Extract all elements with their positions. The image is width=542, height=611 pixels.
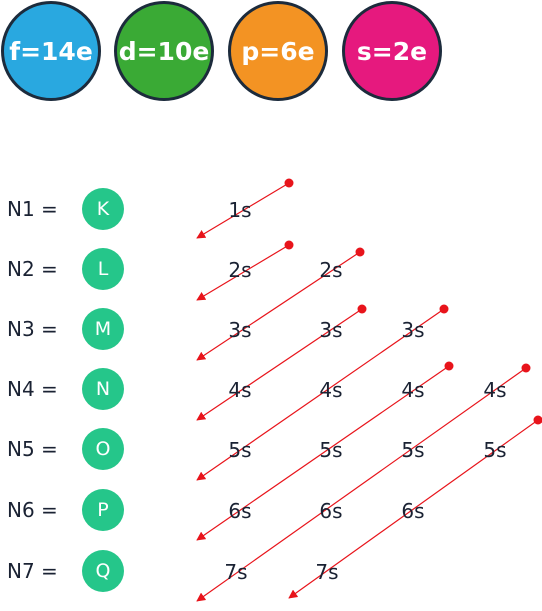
orbital-label: 5s [483,438,507,462]
row-label-n2: N2 = [7,257,58,281]
row-label-n7: N7 = [7,559,58,583]
arrow-start-dot [521,363,531,373]
row-label-n4: N4 = [7,377,58,401]
shell-circle-m: M [82,308,124,350]
row-label-n6: N6 = [7,498,58,522]
shell-circle-k: K [82,188,124,230]
shell-circle-p: P [82,489,124,531]
orbital-label: 7s [224,560,248,584]
row-label-n3: N3 = [7,317,58,341]
orbital-label: 6s [319,499,343,523]
orbital-label: 4s [401,378,425,402]
shell-circle-q: Q [82,550,124,592]
orbital-label: 4s [319,378,343,402]
orbital-label: 3s [228,318,252,342]
arrow-start-dot [355,247,365,257]
orbital-label: 5s [319,438,343,462]
arrow-start-dot [284,240,294,250]
row-label-n5: N5 = [7,437,58,461]
shell-circle-n: N [82,368,124,410]
orbital-label: 1s [228,198,252,222]
row-label-n1: N1 = [7,197,58,221]
orbital-label: 2s [319,258,343,282]
orbital-label: 6s [401,499,425,523]
arrow-start-dot [533,415,542,425]
arrow-start-dot [357,304,367,314]
orbital-label: 6s [228,499,252,523]
arrow-start-dot [284,178,294,188]
arrow-start-dot [439,304,449,314]
orbital-label: 2s [228,258,252,282]
orbital-label: 4s [483,378,507,402]
orbital-label: 7s [315,560,339,584]
arrow-start-dot [444,361,454,371]
orbital-label: 3s [319,318,343,342]
shell-circle-o: O [82,428,124,470]
orbital-label: 4s [228,378,252,402]
shell-circle-l: L [82,248,124,290]
orbital-label: 3s [401,318,425,342]
orbital-label: 5s [401,438,425,462]
orbital-label: 5s [228,438,252,462]
diagonal-arrows [196,178,542,602]
